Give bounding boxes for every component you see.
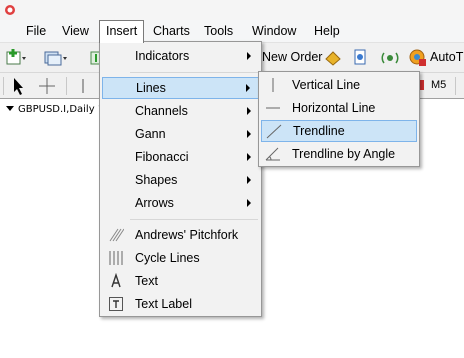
new-order-button[interactable]: New Order [262, 50, 322, 64]
timeframe-m5-button[interactable]: M5 [431, 79, 446, 91]
submenu-item-trendline-by-angle[interactable]: Trendline by Angle [261, 143, 417, 165]
menu-tools[interactable]: Tools [198, 20, 239, 42]
cycle-lines-icon [109, 251, 123, 265]
toolbar-separator [66, 77, 67, 95]
menu-help[interactable]: Help [308, 20, 346, 42]
submenu-item-label: Horizontal Line [292, 101, 376, 115]
menu-item-channels[interactable]: Channels [102, 100, 259, 122]
submenu-arrow-icon [247, 52, 251, 60]
trendline-icon [266, 124, 282, 139]
menu-item-label: Channels [135, 104, 188, 118]
menu-file[interactable]: File [20, 20, 52, 42]
menu-bar: File View Insert Charts Tools Window Hel… [0, 20, 464, 43]
menu-item-label: Arrows [135, 196, 174, 210]
chart-title: GBPUSD.I,Daily 1 [18, 104, 105, 115]
vertical-line-tool-icon[interactable] [80, 76, 86, 96]
toolbar-separator [455, 77, 456, 95]
menu-item-cycle-lines[interactable]: Cycle Lines [102, 247, 259, 269]
menu-item-fibonacci[interactable]: Fibonacci [102, 146, 259, 168]
menu-item-label: Shapes [135, 173, 178, 187]
menu-item-text-label[interactable]: Text Label [102, 293, 259, 315]
menu-item-label: Cycle Lines [135, 251, 200, 265]
profiles-icon[interactable] [44, 49, 68, 67]
title-bar [0, 0, 464, 20]
menu-item-lines[interactable]: Lines [102, 77, 259, 99]
pitchfork-icon [109, 228, 124, 242]
menu-item-label: Fibonacci [135, 150, 189, 164]
navigator-icon[interactable] [352, 48, 370, 68]
menu-item-shapes[interactable]: Shapes [102, 169, 259, 191]
menu-view[interactable]: View [56, 20, 95, 42]
submenu-item-trendline[interactable]: Trendline [261, 120, 417, 142]
submenu-arrow-icon [247, 176, 251, 184]
menu-item-text[interactable]: Text [102, 270, 259, 292]
submenu-arrow-icon [247, 107, 251, 115]
menu-item-label: Lines [136, 81, 166, 95]
menu-item-label: Text Label [135, 297, 192, 311]
menu-item-label: Andrews' Pitchfork [135, 228, 239, 242]
toolbar-grip [3, 77, 4, 95]
metatrader-window: File View Insert Charts Tools Window Hel… [0, 0, 464, 358]
menu-charts[interactable]: Charts [147, 20, 196, 42]
menu-item-andrews-pitchfork[interactable]: Andrews' Pitchfork [102, 224, 259, 246]
submenu-arrow-icon [247, 130, 251, 138]
submenu-arrow-icon [247, 199, 251, 207]
autotrading-button[interactable]: AutoT [430, 50, 463, 64]
signal-icon[interactable] [380, 48, 400, 68]
menu-separator [130, 219, 258, 220]
menu-item-label: Gann [135, 127, 166, 141]
horizontal-line-icon [266, 107, 280, 109]
menu-insert[interactable]: Insert [99, 20, 145, 43]
trendline-angle-icon [265, 147, 280, 161]
menu-item-gann[interactable]: Gann [102, 123, 259, 145]
cursor-icon[interactable] [10, 76, 26, 96]
submenu-item-horizontal-line[interactable]: Horizontal Line [261, 97, 417, 119]
submenu-arrow-icon [247, 153, 251, 161]
submenu-arrow-icon [246, 84, 250, 92]
lines-submenu: Vertical Line Horizontal Line Trendline … [258, 71, 420, 167]
app-logo-icon [5, 5, 15, 15]
submenu-item-label: Trendline by Angle [292, 147, 396, 161]
text-icon [111, 273, 121, 288]
new-chart-icon[interactable] [6, 49, 28, 67]
menu-item-label: Text [135, 274, 158, 288]
text-label-icon [109, 297, 123, 311]
metaeditor-icon[interactable] [324, 49, 342, 67]
menu-window[interactable]: Window [246, 20, 302, 42]
menu-separator [130, 72, 258, 73]
autotrading-icon[interactable] [408, 48, 428, 68]
menu-item-arrows[interactable]: Arrows [102, 192, 259, 214]
insert-menu: Indicators Lines Channels Gann Fibonacci… [99, 41, 262, 317]
submenu-item-label: Vertical Line [292, 78, 361, 92]
menu-item-label: Indicators [135, 49, 190, 63]
vertical-line-icon [272, 78, 274, 92]
submenu-item-vertical-line[interactable]: Vertical Line [261, 74, 417, 96]
submenu-item-label: Trendline [293, 124, 345, 138]
chart-collapse-icon [6, 106, 14, 111]
menu-item-indicators[interactable]: Indicators [102, 45, 259, 67]
crosshair-icon[interactable] [38, 76, 56, 96]
